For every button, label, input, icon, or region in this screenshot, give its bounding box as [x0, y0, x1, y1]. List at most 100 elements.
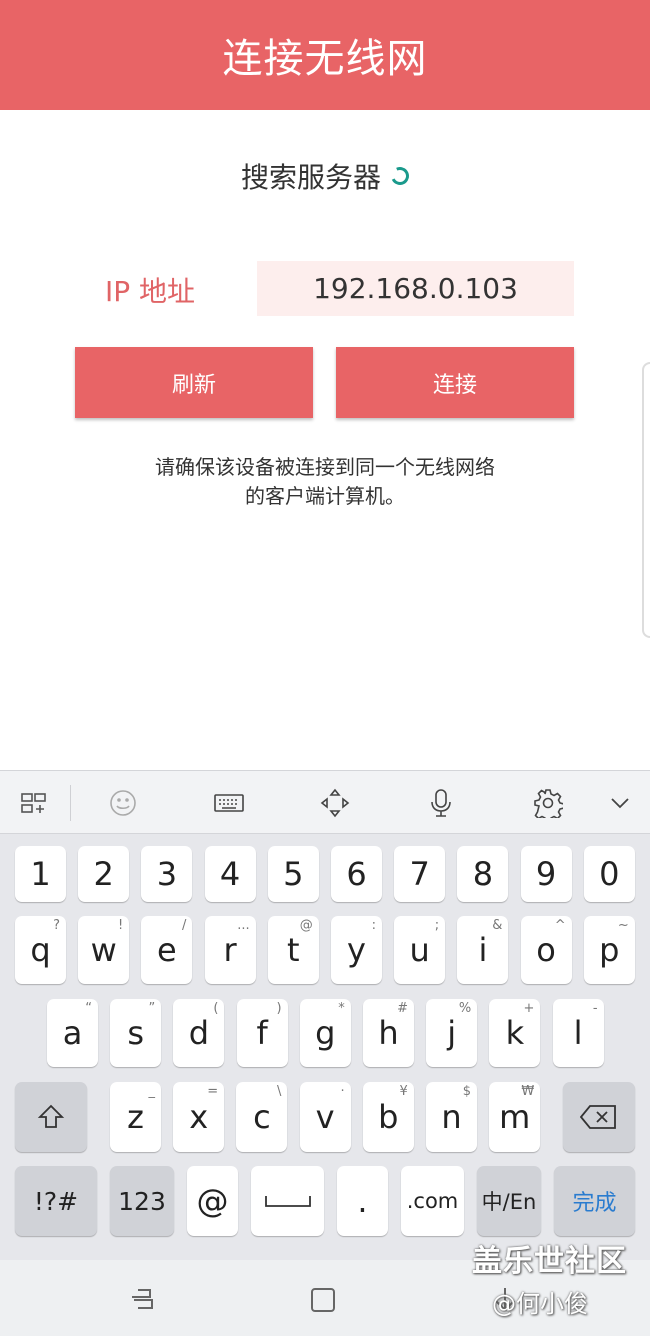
key-c-secondary: \ — [277, 1084, 282, 1099]
key-v-label: v — [315, 1098, 335, 1136]
key-w[interactable]: w! — [78, 916, 130, 984]
key-s[interactable]: s” — [110, 999, 162, 1067]
key-m-label: m — [499, 1098, 531, 1136]
connect-button[interactable]: 连接 — [336, 347, 574, 418]
key-m-secondary: ₩ — [521, 1084, 535, 1099]
key-n[interactable]: n $ — [426, 1082, 477, 1152]
key-u-label: u — [409, 931, 430, 969]
chevron-down-icon[interactable] — [603, 787, 637, 819]
key-r[interactable]: r... — [204, 916, 256, 984]
key-i-secondary: & — [492, 918, 503, 933]
key-a[interactable]: a “ — [47, 999, 98, 1067]
key-k[interactable]: k + — [489, 999, 541, 1067]
key-j-label: j — [447, 1014, 457, 1052]
key-x[interactable]: x = — [173, 1082, 225, 1152]
at-key[interactable]: @ — [187, 1166, 238, 1236]
key-y[interactable]: y: — [331, 916, 382, 984]
key-8[interactable]: 8 — [457, 846, 509, 902]
key-z-secondary: _ — [148, 1084, 156, 1099]
key-o-label: o — [536, 931, 556, 969]
key-6[interactable]: 6 — [331, 846, 382, 902]
key-0[interactable]: 0 — [583, 846, 635, 902]
emoji-icon[interactable] — [106, 787, 140, 819]
key-0-label: 0 — [599, 855, 620, 893]
symbols-key[interactable]: !?# — [15, 1166, 97, 1236]
key-z-label: z — [127, 1098, 144, 1136]
key-9[interactable]: 9 — [520, 846, 572, 902]
key-9-label: 9 — [535, 855, 557, 893]
key-b-secondary: ¥ — [399, 1084, 408, 1099]
key-e[interactable]: e / — [141, 916, 193, 984]
dotcom-key[interactable]: .com — [401, 1166, 464, 1236]
backspace-key[interactable] — [563, 1082, 635, 1152]
recent-apps-icon[interactable] — [128, 1286, 156, 1312]
key-i[interactable]: i & — [457, 916, 509, 984]
key-k-secondary: + — [523, 1001, 535, 1016]
edge-panel-handle[interactable] — [642, 362, 650, 638]
key-o[interactable]: o ^ — [520, 916, 572, 984]
key-g-label: g — [315, 1014, 336, 1052]
key-q-secondary: ? — [53, 918, 60, 933]
key-u[interactable]: u; — [394, 916, 446, 984]
key-5-label: 5 — [283, 855, 304, 893]
key-4[interactable]: 4 — [204, 846, 256, 902]
key-o-secondary: ^ — [554, 918, 566, 933]
note-line-1: 请确保该设备被连接到同一个无线网络 — [155, 455, 495, 479]
key-c[interactable]: c \ — [236, 1082, 288, 1152]
key-t-label: t — [287, 931, 300, 969]
key-l-label: l — [573, 1014, 583, 1052]
period-key[interactable]: . — [337, 1166, 388, 1236]
key-u-secondary: ; — [434, 918, 440, 933]
key-j[interactable]: j% — [426, 999, 478, 1067]
key-f-secondary: ) — [276, 1001, 282, 1016]
apps-grid-icon[interactable] — [17, 787, 51, 819]
key-p[interactable]: p ~ — [583, 916, 635, 984]
ip-label: IP 地址 — [105, 275, 196, 308]
backspace-icon — [580, 1105, 616, 1129]
key-1[interactable]: 1 — [15, 846, 66, 902]
key-r-secondary: ... — [237, 918, 250, 933]
key-x-secondary: = — [207, 1084, 219, 1099]
key-m[interactable]: m ₩ — [489, 1082, 541, 1152]
key-z[interactable]: z _ — [110, 1082, 161, 1152]
key-3-label: 3 — [156, 855, 178, 893]
done-key[interactable]: 完成 — [554, 1166, 635, 1236]
key-b[interactable]: b ¥ — [362, 1082, 414, 1152]
key-5[interactable]: 5 — [267, 846, 319, 902]
key-v[interactable]: v · — [299, 1082, 351, 1152]
home-icon[interactable] — [309, 1286, 337, 1314]
gear-icon[interactable] — [531, 787, 565, 819]
key-f[interactable]: f) — [236, 999, 288, 1067]
key-p-secondary: ~ — [617, 918, 629, 933]
toolbar-divider — [70, 785, 71, 821]
key-f-label: f — [256, 1014, 268, 1052]
key-4-label: 4 — [219, 855, 241, 893]
key-k-label: k — [505, 1014, 525, 1052]
key-8-label: 8 — [472, 855, 494, 893]
microphone-icon[interactable] — [424, 787, 458, 819]
keyboard-icon[interactable] — [212, 787, 246, 819]
refresh-button[interactable]: 刷新 — [75, 347, 313, 418]
key-n-label: n — [441, 1098, 462, 1136]
space-bar-icon — [264, 1196, 311, 1207]
key-t[interactable]: t @ — [267, 916, 319, 984]
key-d[interactable]: d( — [173, 999, 225, 1067]
key-a-secondary: “ — [85, 1001, 92, 1016]
key-c-label: c — [253, 1098, 271, 1136]
key-3[interactable]: 3 — [141, 846, 193, 902]
key-l[interactable]: l- — [552, 999, 604, 1067]
app-header: 连接无线网 — [0, 0, 650, 110]
numbers-key[interactable]: 123 — [110, 1166, 174, 1236]
cursor-move-icon[interactable] — [318, 787, 352, 819]
key-q[interactable]: q? — [15, 916, 66, 984]
space-key[interactable] — [251, 1166, 324, 1236]
search-status: 搜索服务器 — [0, 156, 650, 196]
key-h[interactable]: h # — [363, 999, 414, 1067]
key-g[interactable]: g * — [299, 999, 351, 1067]
key-2[interactable]: 2 — [78, 846, 130, 902]
shift-key[interactable] — [15, 1082, 87, 1152]
ip-address-input[interactable] — [257, 261, 574, 316]
key-7[interactable]: 7 — [394, 846, 446, 902]
language-switch-key[interactable]: 中/En — [477, 1166, 541, 1236]
key-a-label: a — [62, 1014, 83, 1052]
